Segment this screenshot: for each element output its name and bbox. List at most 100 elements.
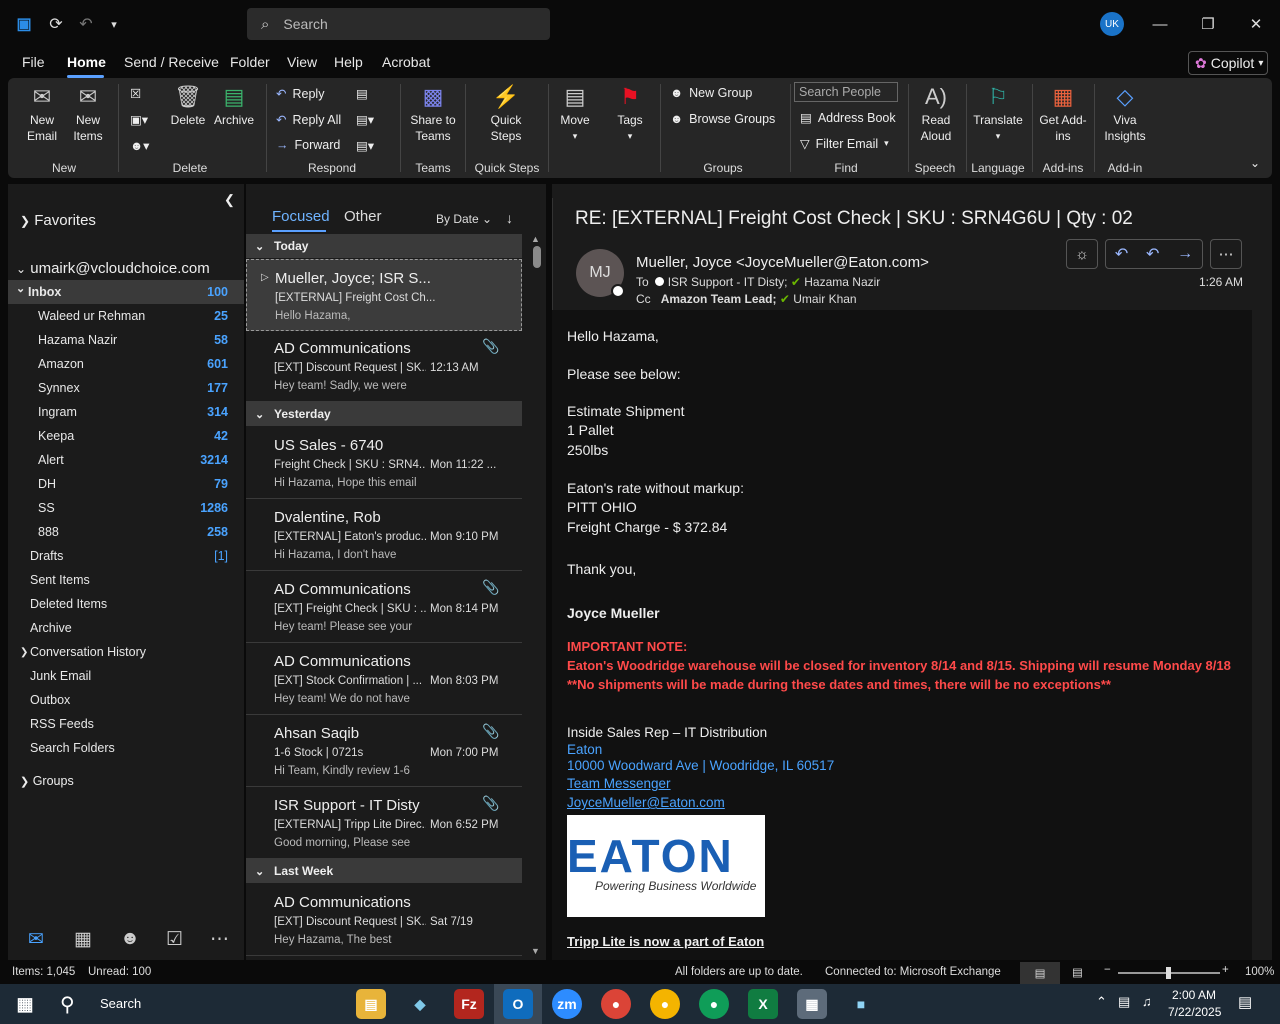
folder-rss-feeds[interactable]: RSS Feeds xyxy=(8,712,244,736)
menu-folder[interactable]: Folder xyxy=(230,54,270,70)
people-icon[interactable]: ☻ xyxy=(120,928,140,950)
folder-search-folders[interactable]: Search Folders xyxy=(8,736,244,760)
menu-send-receive[interactable]: Send / Receive xyxy=(124,54,219,70)
group-header-today[interactable]: ⌄ Today xyxy=(246,234,522,258)
more-actions-icon[interactable]: ⋯ xyxy=(1210,239,1242,269)
calendar-icon[interactable]: ▦ xyxy=(74,928,92,951)
cc-amazon-team-lead[interactable]: Amazon Team Lead; xyxy=(661,292,777,306)
maximize-icon[interactable]: ❐ xyxy=(1193,10,1223,38)
tab-focused[interactable]: Focused xyxy=(272,208,330,225)
groups-header[interactable]: ❯ Groups xyxy=(20,774,74,788)
zoom-app-icon[interactable]: zm xyxy=(552,989,582,1019)
scroll-down-icon[interactable]: ▼ xyxy=(1251,946,1252,956)
tags-button[interactable]: ⚑ Tags ▾ xyxy=(612,82,648,144)
chrome-icon[interactable]: ● xyxy=(601,989,631,1019)
outlook-taskbar-icon[interactable]: O xyxy=(503,989,533,1019)
reply-all-icon[interactable]: ↶ xyxy=(1146,244,1159,264)
message-item[interactable]: Dvalentine, Rob [EXTERNAL] Eaton's produc… xyxy=(246,499,522,571)
new-email-button[interactable]: ✉ New Email xyxy=(22,82,62,144)
more-respond-icon[interactable]: ▤▾ xyxy=(356,138,374,153)
delete-button[interactable]: 🗑 Delete xyxy=(168,82,208,128)
filezilla-icon[interactable]: Fz xyxy=(454,989,484,1019)
folder-amazon[interactable]: Amazon 601 xyxy=(8,352,244,376)
taskbar-time[interactable]: 2:00 AM xyxy=(1172,988,1216,1002)
folder-inbox[interactable]: ⌄ Inbox 100 xyxy=(8,280,244,304)
message-item[interactable]: AD Communications [EXT] Stock Confirmatio… xyxy=(246,643,522,715)
read-aloud-button[interactable]: A) Read Aloud xyxy=(914,82,958,144)
chrome-profile-icon[interactable]: ● xyxy=(650,989,680,1019)
folder-keepa[interactable]: Keepa 42 xyxy=(8,424,244,448)
chrome-alt-icon[interactable]: ● xyxy=(699,989,729,1019)
zoom-out-icon[interactable]: − xyxy=(1104,964,1111,976)
move-button[interactable]: ▤ Move ▾ xyxy=(556,82,594,144)
folder-conversation-history[interactable]: ❯ Conversation History xyxy=(8,640,244,664)
undo-icon[interactable]: ↶ xyxy=(74,12,98,36)
account-header[interactable]: ⌄ umairk@vcloudchoice.com xyxy=(16,260,210,277)
account-avatar[interactable]: UK xyxy=(1100,12,1124,36)
folder-deleted-items[interactable]: Deleted Items xyxy=(8,592,244,616)
file-explorer-icon[interactable]: ▤ xyxy=(356,989,386,1019)
zoom-in-icon[interactable]: + xyxy=(1222,964,1229,976)
app-diamond-icon[interactable]: ◆ xyxy=(405,989,435,1019)
im-icon[interactable]: ▤▾ xyxy=(356,112,374,127)
folder-outbox[interactable]: Outbox xyxy=(8,688,244,712)
excel-icon[interactable]: X xyxy=(748,989,778,1019)
menu-help[interactable]: Help xyxy=(334,54,363,70)
meeting-icon[interactable]: ▤ xyxy=(356,86,368,101)
sort-direction-icon[interactable]: ↓ xyxy=(506,210,513,226)
ignore-icon[interactable]: ☒ xyxy=(130,86,141,101)
browse-groups-button[interactable]: ☻ Browse Groups xyxy=(670,112,775,126)
sync-icon[interactable]: ⟳ xyxy=(44,12,68,36)
search-icon[interactable]: ⚲ xyxy=(60,992,75,1017)
tray-chevron-icon[interactable]: ⌃ xyxy=(1096,994,1107,1010)
folder-888[interactable]: 888 258 xyxy=(8,520,244,544)
network-icon[interactable]: ▤ xyxy=(1118,994,1130,1010)
folder-waleed-ur-rehman[interactable]: Waleed ur Rehman 25 xyxy=(8,304,244,328)
recipient-isr-support[interactable]: ISR Support - IT Disty; xyxy=(668,275,788,289)
taskbar-search-label[interactable]: Search xyxy=(100,996,141,1011)
tripp-lite-link[interactable]: Tripp Lite is now a part of Eaton xyxy=(567,934,764,949)
sort-by-button[interactable]: By Date ⌄ xyxy=(436,212,492,226)
normal-view-icon[interactable]: ▤ xyxy=(1020,962,1060,984)
light-mode-icon[interactable]: ☼ xyxy=(1066,239,1098,269)
scroll-down-icon[interactable]: ▼ xyxy=(531,946,540,956)
message-item[interactable]: AD Communications [EXT] Freight Check | S… xyxy=(246,571,522,643)
filter-email-button[interactable]: ▽ Filter Email ▾ xyxy=(800,136,889,152)
more-apps-icon[interactable]: ⋯ xyxy=(210,928,229,951)
menu-acrobat[interactable]: Acrobat xyxy=(382,54,430,70)
folder-ss[interactable]: SS 1286 xyxy=(8,496,244,520)
message-item[interactable]: Mueller, Joyce; ISR S... [EXTERNAL] Freig… xyxy=(246,259,522,331)
quick-steps-button[interactable]: ⚡ Quick Steps xyxy=(478,82,534,144)
tasks-icon[interactable]: ☑ xyxy=(166,928,183,951)
viva-insights-button[interactable]: ◇ Viva Insights xyxy=(1100,82,1150,144)
favorites-header[interactable]: ❯ Favorites xyxy=(20,212,96,229)
notifications-icon[interactable]: ▤ xyxy=(1238,993,1252,1011)
cc-umair-khan[interactable]: Umair Khan xyxy=(793,292,856,306)
reply-button[interactable]: ↶ Reply xyxy=(276,86,324,102)
zoom-slider-thumb[interactable] xyxy=(1166,967,1171,979)
expand-conversation-icon[interactable]: ▷ xyxy=(261,272,269,283)
reply-icon[interactable]: ↶ xyxy=(1115,244,1128,264)
recipient-hazama[interactable]: Hazama Nazir xyxy=(804,275,880,289)
menu-view[interactable]: View xyxy=(287,54,317,70)
folder-dh[interactable]: DH 79 xyxy=(8,472,244,496)
volume-icon[interactable]: ♫ xyxy=(1142,994,1152,1009)
new-items-button[interactable]: ✉ New Items xyxy=(68,82,108,144)
close-icon[interactable]: ✕ xyxy=(1241,10,1271,38)
tab-other[interactable]: Other xyxy=(344,208,382,225)
translate-button[interactable]: ⚐ Translate ▾ xyxy=(970,82,1026,144)
team-messenger-link[interactable]: Team Messenger xyxy=(567,776,671,791)
message-item[interactable]: AD Communications [EXT] Discount Request … xyxy=(246,330,522,402)
message-list-scrollbar[interactable] xyxy=(533,246,541,268)
forward-icon[interactable]: → xyxy=(1177,245,1193,263)
copilot-button[interactable]: ✿ Copilot ▾ xyxy=(1188,51,1268,75)
search-people-input[interactable]: Search People xyxy=(794,82,898,102)
customize-toolbar-icon[interactable]: ▾ xyxy=(102,12,126,36)
forward-button[interactable]: → Forward xyxy=(276,138,340,152)
get-addins-button[interactable]: ▦ Get Add-ins xyxy=(1038,82,1088,144)
folder-junk-email[interactable]: Junk Email xyxy=(8,664,244,688)
reading-view-icon[interactable]: ▤ xyxy=(1072,965,1083,979)
calculator-icon[interactable]: ▦ xyxy=(797,989,827,1019)
taskbar-date[interactable]: 7/22/2025 xyxy=(1168,1005,1221,1019)
menu-home[interactable]: Home xyxy=(67,54,106,70)
